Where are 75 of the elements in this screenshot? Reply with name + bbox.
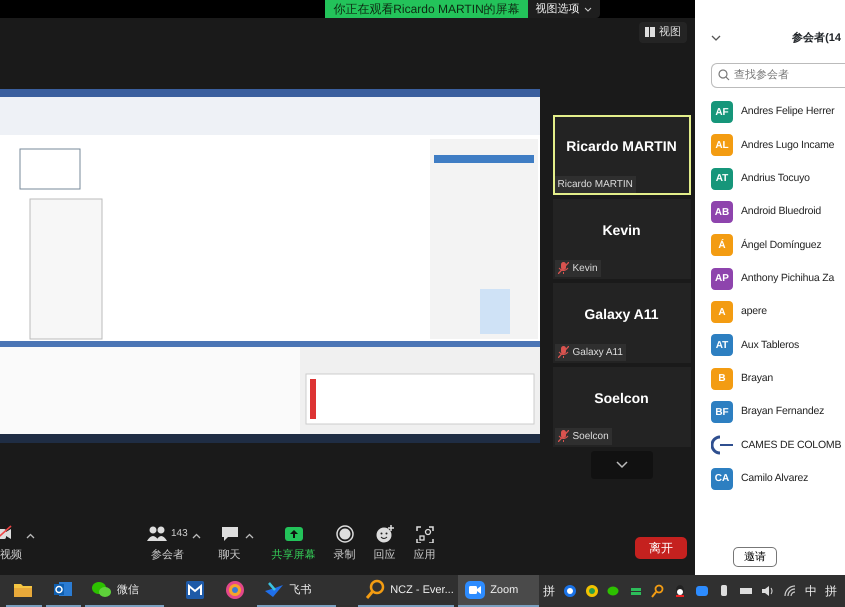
participant-name: Galaxy A11 — [584, 304, 659, 324]
taskbar-app[interactable]: 微信 — [85, 575, 164, 607]
view-options-button[interactable]: 视图选项 — [528, 0, 600, 18]
avatar: AT — [711, 168, 733, 190]
name-label: Soelcon — [572, 430, 609, 444]
avatar: A — [711, 301, 733, 324]
avatar: Á — [711, 234, 733, 256]
search-icon — [718, 69, 730, 81]
avatar: AL — [711, 134, 733, 156]
magnifier-icon[interactable] — [651, 584, 666, 598]
layout-icon — [645, 27, 655, 38]
reactions-button[interactable]: 回应 — [374, 524, 396, 564]
participant-name[interactable]: Android Bluedroid — [741, 204, 822, 220]
avatar: AB — [711, 201, 733, 224]
avatar: CA — [711, 468, 733, 490]
participant-name: Ricardo MARTIN — [566, 136, 677, 156]
participant-name[interactable]: Andrius Tocuyo — [741, 170, 810, 187]
participant-name[interactable]: Camilo Alvarez — [741, 470, 808, 487]
chevron-down-icon — [616, 460, 628, 468]
caret-icon — [584, 6, 592, 12]
view-button[interactable]: 视图 — [639, 22, 687, 42]
caret-icon — [244, 533, 254, 540]
participant-name[interactable]: Andres Felipe Herrer — [741, 104, 834, 120]
chat-bubble-icon — [220, 524, 240, 543]
avatar: AP — [711, 268, 733, 290]
language-label[interactable]: 中 — [805, 582, 818, 600]
input-method-label[interactable]: 拼 — [543, 582, 556, 600]
participant-name[interactable]: apere — [741, 304, 767, 320]
caret-icon — [192, 533, 201, 540]
name-label: Kevin — [572, 262, 598, 276]
taskbar-app[interactable]: 飞书 — [257, 575, 336, 607]
taskbar-app[interactable]: Zoom — [458, 575, 540, 607]
participant-name[interactable]: CAMES DE COLOMB — [741, 438, 842, 454]
participant-name[interactable]: Brayan — [741, 370, 774, 387]
chat-bubbles-icon[interactable] — [607, 584, 622, 598]
wifi-icon[interactable] — [783, 584, 798, 598]
speaker-icon[interactable] — [761, 584, 776, 598]
logo-icon — [711, 434, 733, 456]
name-label: Ricardo MARTIN — [554, 176, 636, 192]
ring-icon — [224, 579, 246, 601]
participant-name[interactable]: Aux Tableros — [741, 338, 800, 354]
apps-icon — [414, 524, 435, 543]
record-icon — [334, 524, 355, 543]
taskbar-app[interactable]: NCZ - Ever... — [358, 575, 454, 607]
invite-button[interactable]: 邀请 — [733, 546, 777, 567]
avatar: AF — [711, 101, 733, 124]
video-button[interactable]: 视频 — [0, 524, 22, 564]
people-icon — [147, 524, 167, 543]
avatar: BF — [711, 401, 733, 424]
avatar: AT — [711, 334, 733, 356]
participants-button[interactable]: 143 参会者 — [147, 524, 188, 564]
chat-button[interactable]: 聊天 — [218, 524, 241, 564]
screen-share-banner: 你正在观看Ricardo MARTIN的屏幕 — [325, 0, 528, 18]
search-field[interactable]: 查找参会者 — [711, 62, 845, 88]
participant-name[interactable]: Brayan Fernandez — [741, 404, 824, 420]
participant-name: Soelcon — [594, 388, 649, 408]
m-logo-icon — [184, 579, 206, 601]
smiley-icon — [374, 524, 395, 543]
leave-button[interactable]: 离开 — [635, 537, 687, 559]
participant-name[interactable]: Ángel Domínguez — [741, 238, 822, 254]
avatar: B — [711, 368, 733, 390]
participant-name[interactable]: Andres Lugo Incame — [741, 138, 834, 154]
name-label: Galaxy A11 — [572, 346, 623, 360]
record-button[interactable]: 录制 — [334, 524, 356, 564]
panel-title: 参会者(14 — [792, 30, 841, 46]
share-button[interactable]: 共享屏幕 — [272, 524, 316, 564]
caret-icon — [26, 533, 35, 540]
participant-name[interactable]: Anthony Pichihua Za — [741, 270, 834, 287]
participant-name: Kevin — [602, 220, 641, 240]
globe-icon[interactable] — [563, 584, 578, 598]
apps-button[interactable]: 应用 — [414, 524, 436, 564]
participant-count: 143 — [171, 527, 188, 542]
magnifier-icon — [364, 579, 386, 601]
collapse-icon[interactable] — [711, 35, 721, 41]
input-method-label[interactable]: 拼 — [825, 582, 838, 600]
